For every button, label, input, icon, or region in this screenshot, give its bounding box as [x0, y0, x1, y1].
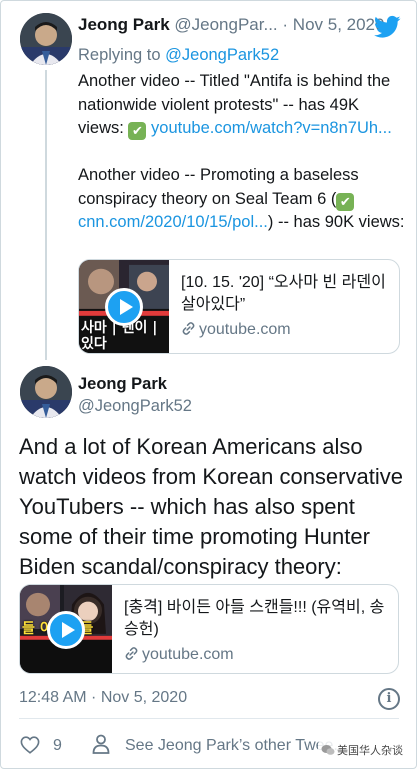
cnn-link[interactable]: cnn.com/2020/10/15/pol...	[78, 213, 268, 231]
youtube-link[interactable]: youtube.com/watch?v=n8n7Uh...	[151, 119, 392, 137]
like-count: 9	[53, 737, 62, 754]
card-title: [충격] 바이든 아들 스캔들!!! (유역비, 송승헌)	[124, 599, 385, 638]
card-domain-text: youtube.com	[142, 646, 234, 663]
tweet2-body: And a lot of Korean Americans also watch…	[19, 434, 403, 579]
check-mark-icon: ✔	[336, 192, 355, 211]
tweet1-paragraph-1: Another video -- Titled "Antifa is behin…	[78, 70, 408, 141]
avatar-photo	[20, 13, 72, 65]
replying-handle-link[interactable]: @JeongPark52	[165, 46, 279, 64]
tweet1-body: Another video -- Titled "Antifa is behin…	[78, 70, 408, 235]
see-other-tweets-link[interactable]: See Jeong Park’s other Twee...	[125, 737, 347, 755]
card-domain-text: youtube.com	[199, 321, 291, 338]
avatar-photo	[20, 366, 72, 418]
header-separator: ·	[282, 15, 289, 34]
tweet-date[interactable]: Nov 5, 2020	[293, 15, 385, 34]
info-icon[interactable]: i	[378, 688, 400, 710]
card-domain: youtube.com	[181, 321, 291, 339]
author-handle[interactable]: @JeongPark52	[78, 397, 192, 416]
para2-text: Another video -- Promoting a baseless co…	[78, 166, 359, 208]
person-icon	[92, 734, 110, 754]
watermark: 美国华人杂谈	[318, 741, 406, 759]
author-name[interactable]: Jeong Park	[78, 375, 167, 394]
para2-tail: ) -- has 90K views:	[267, 213, 405, 231]
link-icon	[182, 322, 195, 335]
avatar[interactable]	[20, 366, 72, 418]
play-icon[interactable]	[105, 288, 143, 326]
thread-connector-line	[45, 70, 47, 360]
tweet1-paragraph-2: Another video -- Promoting a baseless co…	[78, 164, 408, 235]
play-icon[interactable]	[47, 611, 85, 649]
tweet1-header: Jeong Park @JeongPar... · Nov 5, 2020	[78, 15, 384, 35]
author-name[interactable]: Jeong Park	[78, 15, 170, 34]
card-domain: youtube.com	[124, 646, 234, 664]
heart-icon[interactable]	[20, 736, 40, 754]
link-icon	[125, 647, 138, 660]
link-preview-card[interactable]: 사마 | 덴이 | 있다 [10. 15. '20] “오사마 빈 라덴이 살아…	[78, 259, 400, 354]
card-title: [10. 15. '20] “오사마 빈 라덴이 살아있다”	[181, 274, 386, 313]
divider	[19, 718, 399, 719]
check-mark-icon: ✔	[128, 122, 147, 140]
wechat-icon	[321, 745, 335, 755]
replying-to: Replying to @JeongPark52	[78, 46, 279, 65]
link-preview-card[interactable]: 들 이 | 캔들 [충격] 바이든 아들 스캔들!!! (유역비, 송승헌) y…	[19, 584, 399, 674]
avatar[interactable]	[20, 13, 72, 65]
watermark-text: 美国华人杂谈	[337, 745, 403, 757]
twitter-bird-icon[interactable]	[374, 15, 401, 39]
replying-label: Replying to	[78, 46, 166, 64]
tweet-timestamp[interactable]: 12:48 AM · Nov 5, 2020	[19, 689, 187, 707]
author-handle[interactable]: @JeongPar...	[174, 15, 277, 34]
